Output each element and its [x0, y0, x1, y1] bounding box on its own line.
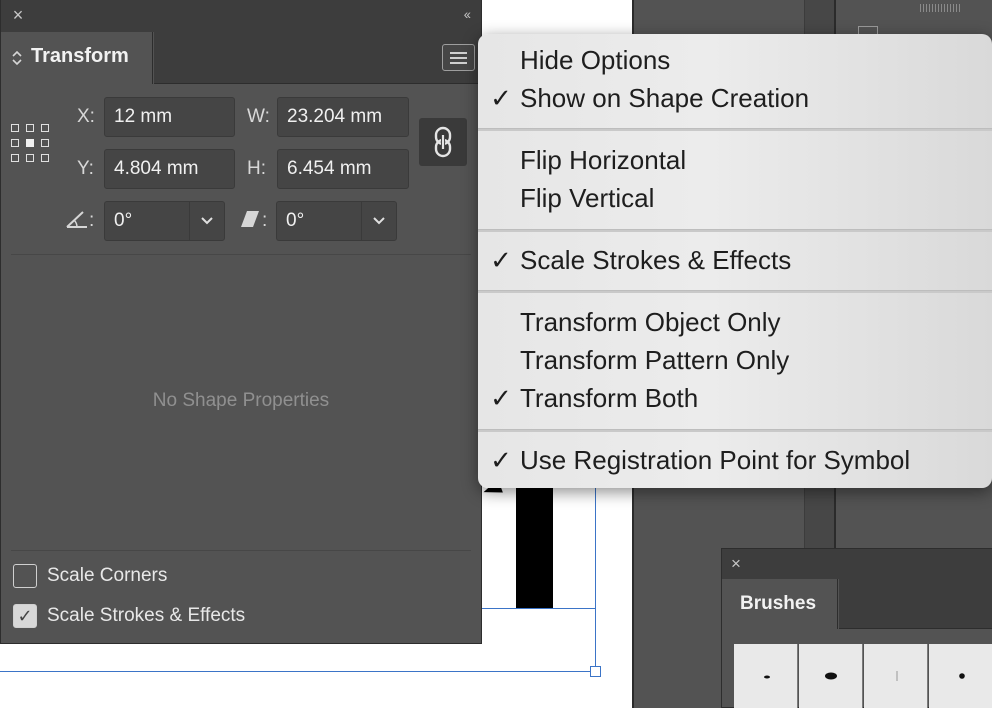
menu-item-transform-pattern-only[interactable]: Transform Pattern Only: [478, 341, 992, 379]
checkmark-icon: ✓: [490, 83, 512, 113]
panel-flyout-menu: Hide Options ✓ Show on Shape Creation Fl…: [478, 34, 992, 488]
h-label: H:: [247, 158, 266, 179]
close-icon[interactable]: ×: [731, 554, 741, 574]
rotate-angle-icon: [65, 208, 91, 230]
section-divider: [11, 550, 471, 551]
h-field[interactable]: 6.454 mm: [277, 149, 409, 189]
artwork-shape[interactable]: [516, 480, 553, 608]
panel-titlebar[interactable]: × ‹‹: [1, 0, 481, 32]
menu-separator: [478, 429, 992, 432]
selection-handle[interactable]: [590, 666, 601, 677]
tab-brushes[interactable]: Brushes: [722, 579, 838, 629]
rotate-colon: :: [89, 210, 95, 231]
menu-separator: [478, 290, 992, 293]
close-icon[interactable]: ×: [9, 6, 27, 24]
rotate-dropdown[interactable]: [189, 201, 225, 241]
chevron-down-icon: [201, 217, 213, 225]
menu-item-scale-strokes-effects[interactable]: ✓ Scale Strokes & Effects: [478, 241, 992, 279]
checkbox-label: Scale Corners: [47, 565, 168, 586]
chevron-down-icon: [373, 217, 385, 225]
link-chain-icon[interactable]: [419, 118, 467, 166]
w-field[interactable]: 23.204 mm: [277, 97, 409, 137]
shear-field[interactable]: 0°: [276, 201, 362, 241]
menu-item-use-registration-point[interactable]: ✓ Use Registration Point for Symbol: [478, 441, 992, 479]
no-shape-properties: No Shape Properties: [152, 390, 330, 411]
x-label: X:: [77, 106, 95, 127]
selection-bound-bottom: [0, 671, 596, 672]
transform-panel: × ‹‹ Transform X: 12 mm W: 23.204 mm Y: …: [0, 0, 482, 644]
selection-bound-right: [595, 480, 596, 672]
menu-item-transform-both[interactable]: ✓ Transform Both: [478, 379, 992, 417]
hamburger-menu-icon[interactable]: [442, 44, 475, 71]
dock-grip-icon[interactable]: [920, 4, 962, 12]
brush-swatch[interactable]: [929, 644, 992, 708]
menu-separator: [478, 128, 992, 131]
tab-chevron-icon: [11, 48, 23, 68]
reference-point-grid-icon[interactable]: [11, 124, 49, 162]
tab-strip: [839, 579, 992, 629]
menu-item-show-on-shape-creation[interactable]: ✓ Show on Shape Creation: [478, 79, 992, 117]
selection-bound: [482, 608, 596, 609]
y-label: Y:: [77, 158, 94, 179]
section-divider: [11, 254, 471, 255]
menu-separator: [478, 229, 992, 232]
menu-item-hide-options[interactable]: Hide Options: [478, 41, 992, 79]
checkmark-icon: ✓: [490, 245, 512, 275]
shear-dropdown[interactable]: [361, 201, 397, 241]
checkbox-box[interactable]: [13, 564, 37, 588]
brush-swatch[interactable]: [799, 644, 863, 708]
shear-icon: [239, 208, 263, 230]
menu-item-flip-vertical[interactable]: Flip Vertical: [478, 179, 992, 217]
brushes-panel: × Brushes: [721, 548, 992, 708]
x-field[interactable]: 12 mm: [104, 97, 235, 137]
checkmark-icon[interactable]: ✓: [13, 604, 37, 628]
tab-label: Brushes: [740, 593, 817, 614]
tab-label: Transform: [31, 45, 129, 67]
y-field[interactable]: 4.804 mm: [104, 149, 235, 189]
collapse-icon[interactable]: ‹‹: [464, 6, 471, 22]
menu-item-flip-horizontal[interactable]: Flip Horizontal: [478, 141, 992, 179]
menu-item-transform-object-only[interactable]: Transform Object Only: [478, 303, 992, 341]
rotate-field[interactable]: 0°: [104, 201, 190, 241]
panel-titlebar[interactable]: ×: [722, 549, 992, 579]
brush-swatch[interactable]: [864, 644, 928, 708]
checkbox-label: Scale Strokes & Effects: [47, 605, 246, 626]
w-label: W:: [247, 106, 270, 127]
checkmark-icon: ✓: [490, 383, 512, 413]
tab-strip: [154, 32, 481, 84]
shear-colon: :: [262, 210, 268, 231]
brush-swatch[interactable]: [734, 644, 798, 708]
checkmark-icon: ✓: [490, 445, 512, 475]
tab-transform[interactable]: Transform: [1, 32, 153, 84]
